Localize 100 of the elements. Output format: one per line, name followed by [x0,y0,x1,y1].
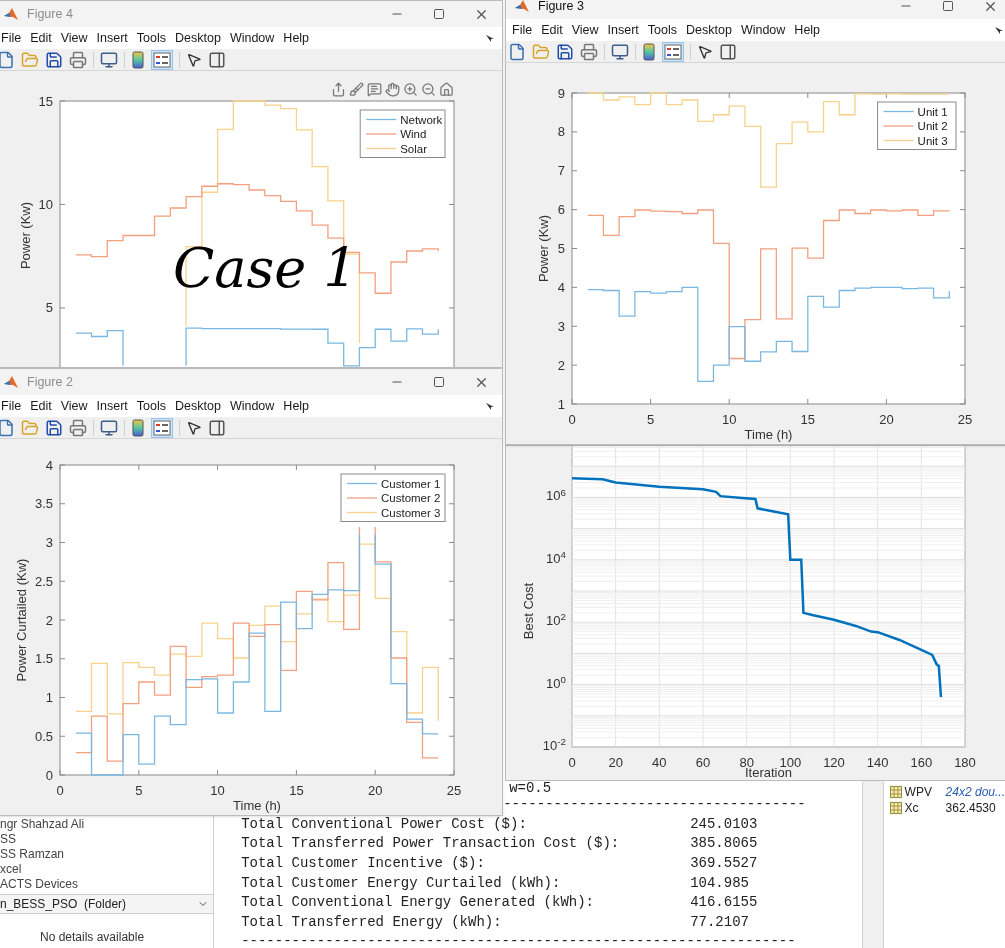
axis-label: Time (h) [233,798,281,813]
output-value: 104.985 [690,873,749,893]
tick-label: 180 [954,755,976,770]
colorbar-icon[interactable] [131,418,145,437]
menu-item[interactable]: Tools [136,28,167,48]
pointer-icon[interactable] [186,51,202,68]
panel-icon[interactable] [208,418,226,437]
menu-item[interactable]: File [1,396,22,416]
legend-toggle[interactable] [151,417,173,438]
output-label: Total Transferred Power Transaction Cost ($): [241,834,621,854]
datatip-icon[interactable] [367,82,382,97]
brush-icon[interactable] [349,82,364,97]
menu-item[interactable]: View [571,20,599,40]
menu-item[interactable]: Insert [96,396,128,416]
legend-label: Unit 1 [917,105,948,118]
maximize-icon[interactable] [433,8,445,20]
menu-item[interactable]: Edit [30,396,52,416]
hand-icon[interactable] [385,82,400,97]
menu-item[interactable]: File [512,20,533,40]
colorbar-icon[interactable] [642,42,656,61]
zoom-out-icon[interactable] [421,82,436,97]
variable-name[interactable]: Xc [904,799,946,817]
menu-item[interactable]: Insert [607,20,639,40]
save-icon[interactable] [45,50,63,69]
dashed-rule: ------------------------------------ [503,795,807,815]
new-file-icon[interactable] [0,50,15,69]
new-file-icon[interactable] [0,418,15,437]
menu-item[interactable]: Help [794,20,821,40]
variable-value: 24x2 dou... [945,784,1005,801]
tick-label: 40 [652,755,667,770]
tick-label: 2.5 [34,573,53,589]
monitor-icon[interactable] [100,50,118,69]
tick-label: 1 [45,690,53,705]
menu-item[interactable]: Window [740,20,786,40]
menu-item[interactable]: Window [229,396,275,416]
legend-label: Customer 3 [381,506,441,519]
tick-label: 20 [367,783,383,798]
panel-icon[interactable] [208,50,226,69]
dock-arrow-icon[interactable] [486,403,494,410]
menu-item[interactable]: Edit [30,28,52,48]
output-label: Total Customer Energy Curtailed (kWh): [241,873,562,893]
save-icon[interactable] [45,418,63,437]
print-icon[interactable] [69,50,87,69]
menu-item[interactable]: View [60,28,88,48]
pointer-icon[interactable] [186,419,202,436]
legend-toggle[interactable] [662,41,684,62]
variable-name[interactable]: WPV [904,783,946,801]
menu-item[interactable]: Edit [541,20,563,40]
panel-icon[interactable] [719,42,737,61]
menu-item[interactable]: Window [229,28,275,48]
command-output-line: w=0.5 [509,781,553,796]
folder-item[interactable]: ACTS Devices [0,877,214,892]
dock-arrow-icon[interactable] [486,35,494,42]
tick-label: 2 [557,357,565,373]
peak-logo-icon [3,374,19,390]
maximize-icon[interactable] [942,0,954,12]
menu-item[interactable]: Tools [136,396,167,416]
menu-item[interactable]: File [1,28,22,48]
menu-item[interactable]: Desktop [686,20,732,40]
window-title: Figure 4 [27,5,73,23]
tick-label: 10$^{2}$ [545,611,566,631]
colorbar-icon[interactable] [131,50,145,69]
menu-item[interactable]: Desktop [175,28,221,48]
legend-toggle[interactable] [151,49,173,70]
maximize-icon[interactable] [433,376,445,388]
output-label: Total Conventional Power Cost ($): [241,814,528,834]
dashed-rule: ------------------------------------------------------------------ [241,932,797,948]
menu-item[interactable]: Insert [96,28,128,48]
save-icon[interactable] [556,42,574,61]
new-file-icon[interactable] [508,42,526,61]
axis-label: Power Curtailed (Kw) [14,558,29,682]
output-value: 369.5527 [690,854,758,874]
pointer-icon[interactable] [697,43,713,60]
menu-item[interactable]: Tools [647,20,678,40]
window-title: Figure 2 [27,373,73,391]
tick-label: 60 [695,755,711,770]
tick-label: 8 [557,124,565,140]
monitor-icon[interactable] [100,418,118,437]
folder-item[interactable]: SS Ramzan [0,847,214,862]
dock-arrow-icon[interactable] [995,27,1003,34]
folder-dropdown[interactable]: n_BESS_PSO (Folder) [0,894,214,914]
folder-item[interactable]: ngr Shahzad Ali [0,817,214,832]
menu-item[interactable]: Help [283,28,310,48]
axis-label: Power (Kw) [536,214,551,283]
folder-item[interactable]: xcel [0,862,214,877]
folder-item[interactable]: SS [0,832,214,847]
print-icon[interactable] [69,418,87,437]
tick-label: 0.5 [34,728,53,744]
scrollbar[interactable] [861,782,884,948]
print-icon[interactable] [580,42,598,61]
menu-item[interactable]: View [60,396,88,416]
monitor-icon[interactable] [611,42,629,61]
variable-grid-icon [889,786,902,798]
zoom-in-icon[interactable] [403,82,418,97]
menu-item[interactable]: Desktop [175,396,221,416]
export-icon[interactable] [331,82,346,97]
home-icon[interactable] [439,82,454,97]
tick-label: 10$^{6}$ [545,486,566,506]
tick-label: 2 [45,612,53,628]
menu-item[interactable]: Help [283,396,310,416]
